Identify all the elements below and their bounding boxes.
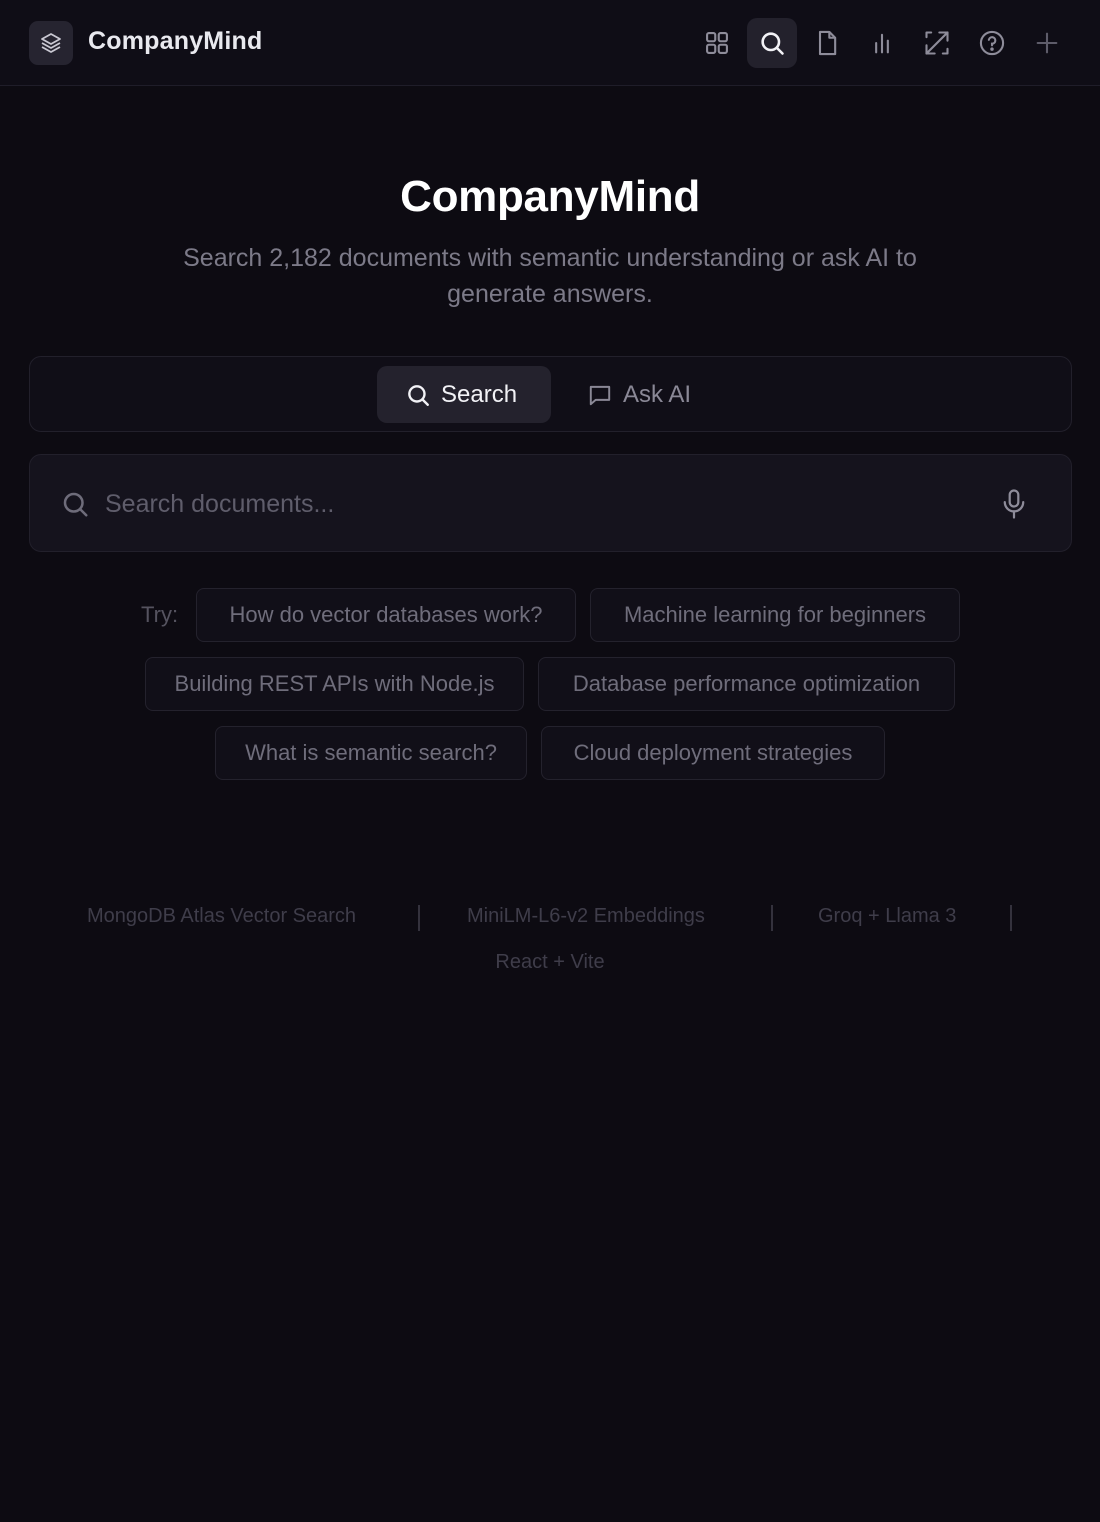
- page-subtitle: Search 2,182 documents with semantic und…: [183, 244, 917, 308]
- suggestion-chip[interactable]: Machine learning for beginners: [590, 588, 960, 642]
- nav-search-button[interactable]: [747, 18, 797, 68]
- brand-name[interactable]: CompanyMind: [88, 27, 262, 56]
- suggestion-chip[interactable]: Database performance optimization: [538, 657, 955, 711]
- suggestion-chip[interactable]: Cloud deployment strategies: [541, 726, 885, 780]
- help-circle-icon: [979, 30, 1005, 56]
- tech-item: React + Vite: [495, 951, 605, 973]
- search-box: [29, 454, 1072, 552]
- message-square-icon: [589, 385, 611, 405]
- nav-help-button[interactable]: [967, 18, 1017, 68]
- document-icon: [818, 30, 837, 56]
- suggestion-chip[interactable]: What is semantic search?: [215, 726, 527, 780]
- nav-documents-button[interactable]: [802, 18, 852, 68]
- divider: [771, 905, 773, 931]
- tech-item: Groq + Llama 3: [818, 905, 957, 927]
- suggestion-chip[interactable]: How do vector databases work?: [196, 588, 576, 642]
- divider: [418, 905, 420, 931]
- divider: [1010, 905, 1012, 931]
- nav-add-button[interactable]: [1022, 18, 1072, 68]
- search-icon: [761, 32, 784, 55]
- grid-icon: [706, 32, 728, 54]
- nav-analytics-button[interactable]: [857, 18, 907, 68]
- tab-ask-ai[interactable]: Ask AI: [559, 366, 719, 423]
- nav-expand-button[interactable]: [912, 18, 962, 68]
- top-bar: CompanyMind: [0, 0, 1100, 86]
- suggestions-label: Try:: [141, 602, 179, 627]
- microphone-icon[interactable]: [999, 488, 1029, 520]
- search-icon: [63, 492, 88, 517]
- nav-dashboard-button[interactable]: [692, 18, 742, 68]
- suggestion-chip[interactable]: Building REST APIs with Node.js: [145, 657, 524, 711]
- page-title: CompanyMind: [400, 172, 700, 221]
- layers-icon: [41, 33, 61, 53]
- tab-search-label: Search: [441, 380, 518, 408]
- expand-icon: [925, 31, 949, 55]
- tab-search[interactable]: Search: [377, 366, 551, 423]
- top-nav: [692, 17, 1072, 69]
- search-icon: [408, 384, 429, 406]
- plus-icon: [1036, 32, 1058, 54]
- tech-item: MiniLM-L6-v2 Embeddings: [467, 905, 705, 927]
- search-input[interactable]: [105, 479, 985, 529]
- tech-item: MongoDB Atlas Vector Search: [87, 905, 357, 927]
- mode-tabs: Search Ask AI: [29, 356, 1072, 432]
- logo[interactable]: [29, 21, 73, 65]
- bar-chart-icon: [875, 33, 889, 54]
- tab-ask-ai-label: Ask AI: [623, 380, 692, 408]
